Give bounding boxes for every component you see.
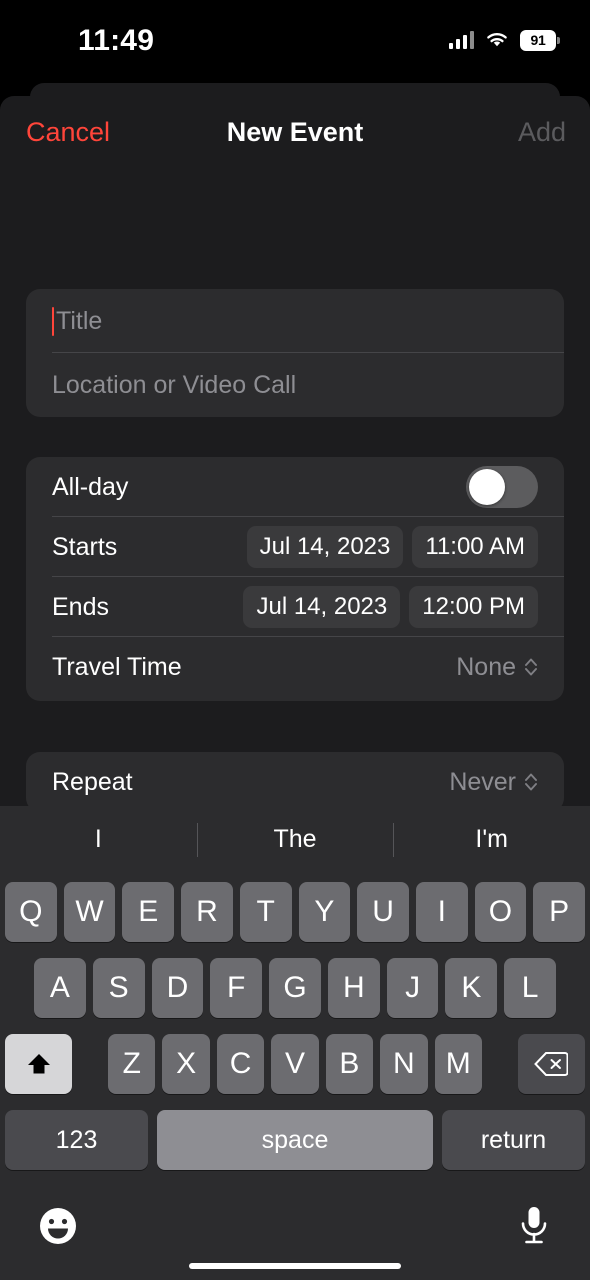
title-row[interactable]: Title: [26, 289, 564, 353]
microphone-icon: [521, 1207, 547, 1244]
key-h[interactable]: H: [327, 958, 380, 1018]
travel-time-value: None: [456, 652, 516, 681]
chevron-up-down-icon: [525, 773, 537, 791]
key-spacer-right: [489, 1034, 511, 1094]
status-bar-time: 11:49: [78, 24, 155, 57]
key-u[interactable]: U: [357, 882, 409, 942]
title-location-group: Title Location or Video Call: [26, 289, 564, 417]
key-l[interactable]: L: [504, 958, 557, 1018]
return-key[interactable]: return: [442, 1110, 585, 1170]
key-t[interactable]: T: [239, 882, 292, 942]
key-k[interactable]: K: [445, 958, 498, 1018]
shift-arrow-icon: [27, 1054, 50, 1074]
ends-value-group: Jul 14, 2023 12:00 PM: [243, 586, 538, 628]
software-keyboard: I The I'm Q W E R T Y U I O P A S D F G …: [0, 806, 590, 1280]
key-m[interactable]: M: [434, 1034, 482, 1094]
key-v[interactable]: V: [271, 1034, 319, 1094]
repeat-label: Repeat: [52, 767, 133, 796]
key-d[interactable]: D: [151, 958, 204, 1018]
ends-date-button[interactable]: Jul 14, 2023: [243, 586, 401, 628]
add-button[interactable]: Add: [518, 117, 566, 148]
starts-row[interactable]: Starts Jul 14, 2023 11:00 AM: [26, 517, 564, 577]
numbers-key[interactable]: 123: [5, 1110, 148, 1170]
cellular-bars-icon: [449, 31, 474, 49]
prediction-candidate-0[interactable]: I: [0, 819, 197, 859]
wifi-icon: [485, 31, 509, 49]
key-j[interactable]: J: [386, 958, 439, 1018]
key-w[interactable]: W: [63, 882, 116, 942]
keyboard-row-2: A S D F G H J K L: [33, 958, 557, 1018]
iphone-screen: 11:49 91 Cancel New Event Add Title Loca…: [0, 0, 590, 1280]
starts-label: Starts: [52, 532, 118, 561]
status-bar-indicators: 91: [449, 28, 560, 52]
title-input[interactable]: Title: [52, 289, 538, 353]
status-bar: 11:49 91: [0, 0, 590, 78]
prediction-candidate-2[interactable]: I'm: [393, 819, 590, 859]
shift-key[interactable]: [5, 1034, 73, 1094]
key-f[interactable]: F: [210, 958, 263, 1018]
keyboard-row-3: Z X C V B N M: [5, 1034, 585, 1094]
text-cursor: [52, 306, 54, 336]
chevron-up-down-icon: [525, 658, 537, 676]
battery-level: 91: [530, 32, 546, 48]
location-input[interactable]: Location or Video Call: [52, 353, 538, 417]
dictation-key[interactable]: [516, 1204, 552, 1248]
repeat-value: Never: [449, 767, 516, 796]
prediction-candidate-1[interactable]: The: [196, 819, 394, 859]
ends-row[interactable]: Ends Jul 14, 2023 12:00 PM: [26, 577, 564, 637]
new-event-sheet: Cancel New Event Add Title Location or V…: [0, 96, 590, 836]
travel-time-row[interactable]: Travel Time None: [26, 637, 564, 697]
all-day-toggle[interactable]: [466, 466, 538, 508]
all-day-label: All-day: [52, 472, 129, 501]
page-title: New Event: [226, 117, 364, 147]
location-placeholder: Location or Video Call: [52, 370, 297, 399]
starts-value-group: Jul 14, 2023 11:00 AM: [246, 526, 538, 568]
key-e[interactable]: E: [122, 882, 175, 942]
battery-icon: 91: [520, 29, 560, 51]
key-i[interactable]: I: [415, 882, 468, 942]
key-q[interactable]: Q: [4, 882, 57, 942]
navigation-bar: Cancel New Event Add: [0, 96, 590, 172]
key-o[interactable]: O: [474, 882, 527, 942]
emoji-smiley-icon: [40, 1208, 76, 1244]
space-key[interactable]: space: [157, 1110, 433, 1170]
toggle-knob: [469, 469, 505, 505]
date-time-group: All-day Starts Jul 14, 2023 11:00 AM End…: [26, 457, 564, 701]
key-r[interactable]: R: [181, 882, 233, 942]
key-n[interactable]: N: [380, 1034, 428, 1094]
travel-time-value-group[interactable]: None: [456, 653, 538, 682]
key-x[interactable]: X: [162, 1034, 210, 1094]
key-s[interactable]: S: [92, 958, 145, 1018]
travel-time-label: Travel Time: [52, 652, 182, 681]
key-spacer-left: [79, 1034, 101, 1094]
location-row[interactable]: Location or Video Call: [26, 353, 564, 417]
keyboard-row-1: Q W E R T Y U I O P: [4, 882, 586, 942]
key-a[interactable]: A: [33, 958, 86, 1018]
keyboard-bottom-bar: [0, 1186, 590, 1280]
ends-label: Ends: [52, 592, 109, 621]
ends-time-button[interactable]: 12:00 PM: [409, 586, 538, 628]
key-y[interactable]: Y: [298, 882, 351, 942]
keyboard-row-4: 123 space return: [5, 1110, 585, 1170]
repeat-row[interactable]: Repeat Never: [26, 752, 564, 812]
starts-date-button[interactable]: Jul 14, 2023: [246, 526, 404, 568]
predictive-text-bar: I The I'm: [0, 806, 590, 872]
home-indicator[interactable]: [189, 1263, 401, 1269]
starts-time-button[interactable]: 11:00 AM: [412, 526, 538, 568]
key-b[interactable]: B: [325, 1034, 374, 1094]
key-g[interactable]: G: [269, 958, 321, 1018]
repeat-value-group[interactable]: Never: [449, 768, 538, 797]
key-z[interactable]: Z: [108, 1034, 156, 1094]
key-p[interactable]: P: [533, 882, 586, 942]
backspace-delete-icon: [534, 1052, 569, 1076]
repeat-group: Repeat Never: [26, 752, 564, 812]
emoji-key[interactable]: [38, 1206, 78, 1246]
key-c[interactable]: C: [216, 1034, 265, 1094]
backspace-key[interactable]: [517, 1034, 585, 1094]
title-placeholder: Title: [56, 306, 103, 335]
all-day-row[interactable]: All-day: [26, 457, 564, 517]
